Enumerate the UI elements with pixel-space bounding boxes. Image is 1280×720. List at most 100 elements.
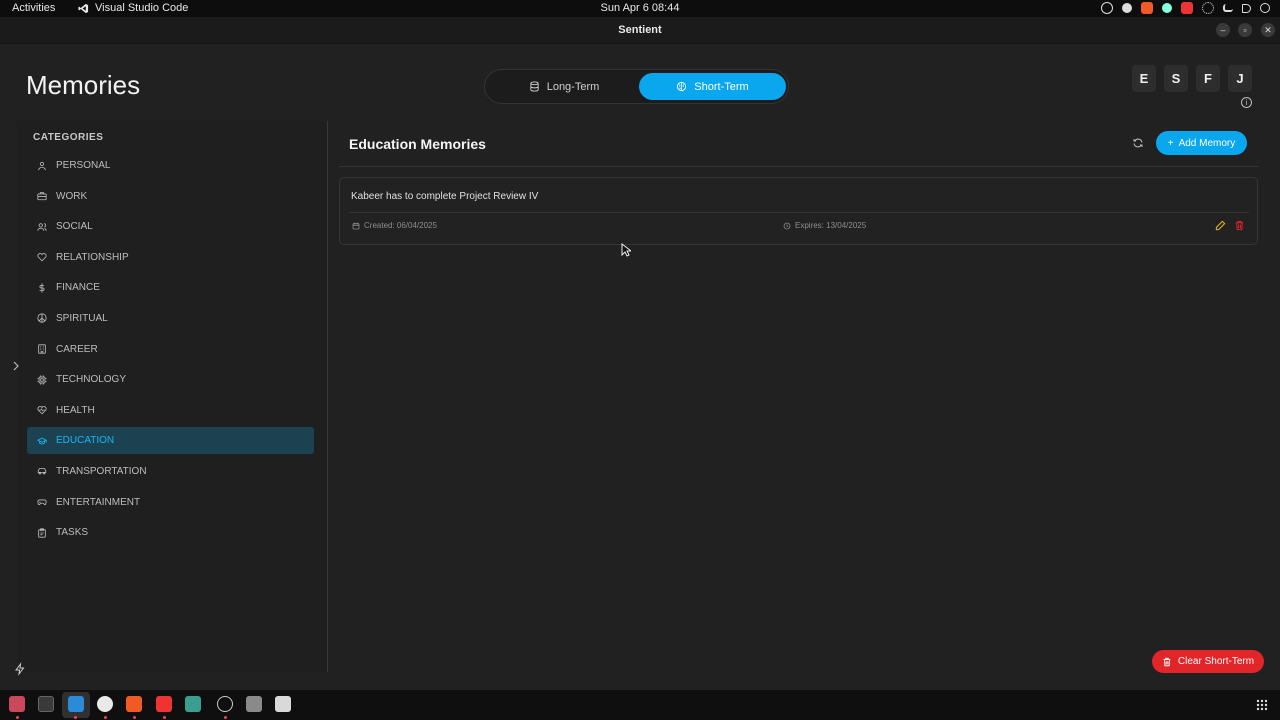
short-term-tab[interactable]: Short-Term: [639, 73, 786, 100]
active-app-name: Visual Studio Code: [95, 2, 189, 14]
brave-tray-icon[interactable]: [1141, 2, 1153, 14]
running-indicator: [74, 716, 77, 719]
running-indicator: [224, 716, 227, 719]
info-icon[interactable]: i: [1241, 97, 1252, 108]
sidebar-item-career[interactable]: CAREER: [27, 336, 314, 363]
short-term-label: Short-Term: [694, 80, 749, 93]
person-icon: [37, 161, 47, 171]
sidebar-item-work[interactable]: WORK: [27, 183, 314, 210]
clock[interactable]: Sun Apr 6 08:44: [0, 2, 1280, 14]
sidebar-item-personal[interactable]: PERSONAL: [27, 152, 314, 179]
show-apps-grid-icon[interactable]: [1256, 699, 1268, 711]
system-tray: [1101, 2, 1270, 14]
user-avatar-s[interactable]: S: [1164, 65, 1188, 92]
calendar-icon: [352, 222, 360, 229]
user-avatar-j[interactable]: J: [1228, 65, 1252, 92]
expires-date: Expires: 13/04/2025: [795, 221, 867, 230]
obs-tray-icon[interactable]: [1101, 2, 1113, 14]
power-icon[interactable]: [1260, 3, 1270, 13]
expand-sidebar-chevron-icon[interactable]: [10, 360, 22, 372]
memories-panel: Education Memories + Add Memory Kabeer h…: [329, 121, 1269, 673]
network-icon[interactable]: [1223, 4, 1233, 12]
brave-app-icon[interactable]: [126, 696, 142, 712]
sidebar-item-label: TECHNOLOGY: [56, 374, 127, 386]
system-top-bar: Activities Visual Studio Code Sun Apr 6 …: [0, 0, 1280, 17]
peace-icon: [37, 313, 47, 324]
sidebar-item-social[interactable]: SOCIAL: [27, 213, 314, 240]
window-title-bar: Sentient – ▫ ✕: [0, 17, 1280, 44]
sidebar-item-label: PERSONAL: [56, 160, 111, 171]
app-tray-icon[interactable]: [1162, 3, 1172, 13]
sidebar-item-transportation[interactable]: TRANSPORTATION: [27, 458, 314, 485]
memory-created: Created: 06/04/2025: [352, 221, 437, 230]
users-icon: [37, 222, 47, 232]
mouse-cursor-icon: [621, 243, 631, 257]
user-switcher: E S F J: [1132, 65, 1252, 92]
anydesk-app-icon[interactable]: [156, 696, 172, 712]
obs-app-icon[interactable]: [217, 696, 233, 712]
refresh-icon[interactable]: [1132, 137, 1144, 149]
sidebar-item-finance[interactable]: FINANCE: [27, 274, 314, 301]
sidebar-item-health[interactable]: HEALTH: [27, 397, 314, 424]
sidebar-item-label: WORK: [56, 190, 88, 202]
heart-icon: [37, 252, 47, 262]
trash-app-icon[interactable]: [275, 696, 291, 712]
brightness-icon[interactable]: [1202, 2, 1214, 14]
slack-tray-icon[interactable]: [1122, 3, 1132, 13]
clear-short-term-label: Clear Short-Term: [1177, 656, 1255, 667]
long-term-label: Long-Term: [546, 80, 600, 93]
heart-pulse-icon: [37, 405, 47, 415]
active-app-menu[interactable]: Visual Studio Code: [78, 2, 188, 14]
building-icon: [37, 344, 47, 354]
add-memory-button[interactable]: + Add Memory: [1156, 131, 1247, 155]
user-avatar-e[interactable]: E: [1132, 65, 1156, 92]
delete-trash-icon[interactable]: [1234, 220, 1245, 231]
clear-short-term-button[interactable]: Clear Short-Term: [1152, 650, 1264, 673]
sidebar-item-relationship[interactable]: RELATIONSHIP: [27, 244, 314, 271]
brain-icon: [677, 81, 687, 92]
user-avatar-f[interactable]: F: [1196, 65, 1220, 92]
sidebar-item-label: RELATIONSHIP: [56, 251, 129, 263]
running-indicator: [16, 716, 19, 719]
sidebar-item-label: ENTERTAINMENT: [56, 496, 141, 508]
add-memory-label: Add Memory: [1178, 137, 1236, 149]
disks-app-icon[interactable]: [246, 696, 262, 712]
sidebar-item-label: SOCIAL: [56, 221, 93, 233]
edit-pencil-icon[interactable]: [1215, 220, 1226, 231]
volume-icon[interactable]: [1242, 3, 1251, 13]
memory-type-toggle: Long-Term Short-Term: [484, 69, 789, 104]
sidebar-item-tasks[interactable]: TASKS: [27, 519, 314, 546]
activities-button[interactable]: Activities: [12, 2, 55, 14]
bolt-icon[interactable]: [14, 662, 26, 676]
close-button[interactable]: ✕: [1261, 23, 1275, 37]
sidebar-item-entertainment[interactable]: ENTERTAINMENT: [27, 489, 314, 516]
database-icon: [530, 81, 539, 92]
sidebar-item-label: EDUCATION: [56, 435, 115, 447]
anydesk-tray-icon[interactable]: [1181, 2, 1193, 14]
sidebar-item-label: CAREER: [56, 343, 98, 355]
created-date: Created: 06/04/2025: [364, 221, 437, 230]
long-term-tab[interactable]: Long-Term: [489, 73, 639, 100]
files-app-icon[interactable]: [9, 696, 25, 712]
maximize-button[interactable]: ▫: [1238, 23, 1252, 37]
terminal-app-icon[interactable]: [38, 696, 54, 712]
sidebar-item-technology[interactable]: TECHNOLOGY: [27, 366, 314, 393]
card-divider: [349, 212, 1249, 213]
sidebar-item-education[interactable]: EDUCATION: [27, 427, 314, 455]
vscode-app-icon[interactable]: [68, 696, 84, 712]
window-title: Sentient: [618, 24, 662, 36]
categories-sidebar: CATEGORIES PERSONAL WORK SOCIAL RELATION…: [17, 121, 328, 672]
chip-icon: [37, 375, 47, 385]
memory-expires: Expires: 13/04/2025: [783, 221, 866, 230]
running-indicator: [133, 716, 136, 719]
running-indicator: [104, 716, 107, 719]
briefcase-icon: [37, 191, 47, 201]
panel-title: Education Memories: [349, 136, 486, 152]
category-list: PERSONAL WORK SOCIAL RELATIONSHIP FINANC…: [27, 152, 314, 550]
sidebar-item-spiritual[interactable]: SPIRITUAL: [27, 305, 314, 332]
minimize-button[interactable]: –: [1216, 23, 1230, 37]
calendar-app-icon[interactable]: [185, 696, 201, 712]
slack-app-icon[interactable]: [97, 696, 113, 712]
memory-text: Kabeer has to complete Project Review IV: [351, 191, 539, 202]
sidebar-item-label: FINANCE: [56, 282, 100, 294]
